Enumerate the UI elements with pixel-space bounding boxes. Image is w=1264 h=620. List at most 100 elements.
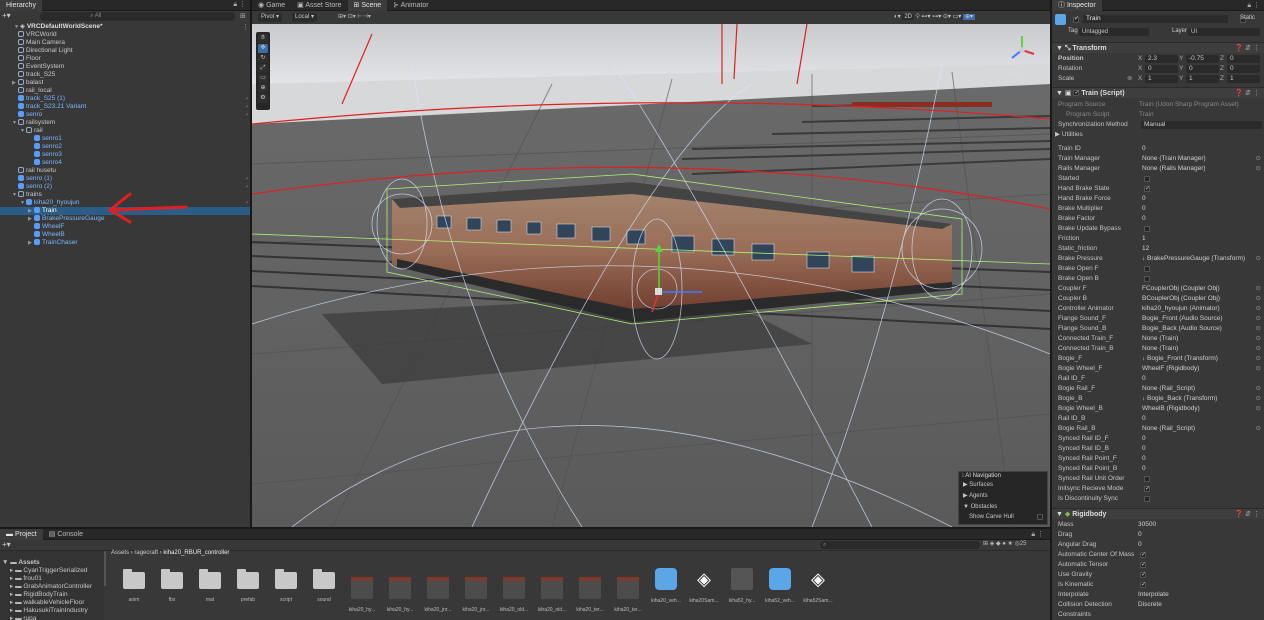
- program-source-field[interactable]: Train (Udon Sharp Program Asset): [1139, 100, 1254, 110]
- ai-nav-obstacles[interactable]: ▼ Obstacles: [959, 502, 1047, 513]
- asset-item[interactable]: kiha52_veh...: [765, 568, 795, 608]
- object-picker-icon[interactable]: ⊙: [1256, 344, 1261, 354]
- tab-hierarchy[interactable]: Hierarchy: [0, 0, 42, 11]
- field-checkbox[interactable]: [1140, 550, 1146, 560]
- project-lock-icon[interactable]: 🔒︎ ⋮: [1031, 530, 1044, 539]
- field-checkbox[interactable]: [1144, 276, 1150, 282]
- ai-nav-title[interactable]: ⁝ AI Navigation: [959, 472, 1047, 480]
- asset-item[interactable]: kiha20_jnr...: [462, 568, 490, 613]
- tree-scrollbar[interactable]: [104, 551, 106, 586]
- hierarchy-item[interactable]: ▶ TrainChaser: [28, 239, 78, 247]
- object-picker-icon[interactable]: ⊙: [1256, 284, 1261, 294]
- add-icon[interactable]: +▾: [2, 12, 22, 21]
- object-picker-icon[interactable]: ⊙: [1256, 324, 1261, 334]
- position-z-field[interactable]: 0: [1227, 55, 1260, 63]
- scene-row[interactable]: ▼◈ VRCDefaultWorldScene*: [14, 23, 103, 31]
- object-picker-icon[interactable]: ⊙: [1256, 384, 1261, 394]
- asset-item[interactable]: kiha20_veh...: [651, 568, 681, 608]
- rigidbody-header[interactable]: ▼ ◆ Rigidbody ❓ ⇵ ⋮: [1052, 508, 1264, 519]
- project-search-input[interactable]: ⌕: [820, 541, 980, 549]
- field-checkbox[interactable]: [1144, 484, 1150, 494]
- field-value[interactable]: 1: [1142, 234, 1254, 244]
- hierarchy-item[interactable]: ▼ rail: [20, 127, 43, 135]
- object-picker-icon[interactable]: ⊙: [1256, 304, 1261, 314]
- asset-item[interactable]: kiha20_hy...: [348, 568, 376, 613]
- field-value[interactable]: 0: [1138, 530, 1254, 540]
- object-picker-icon[interactable]: ⊙: [1256, 314, 1261, 324]
- field-checkbox[interactable]: [1144, 176, 1150, 182]
- scale-z-field[interactable]: 1: [1227, 75, 1260, 83]
- transform-tool-icon[interactable]: ⊕: [258, 84, 268, 93]
- project-tree-item[interactable]: ▸ ▬ walkableVehicleFloor: [10, 599, 84, 607]
- component-menu-icon[interactable]: ❓ ⇵ ⋮: [1235, 43, 1260, 54]
- field-value[interactable]: Bogie_Front (Audio Source): [1142, 314, 1254, 324]
- hierarchy-item[interactable]: senro (2): [12, 183, 52, 191]
- field-value[interactable]: WheelF (Rigidbody): [1142, 364, 1254, 374]
- rigidbody-menu-icon[interactable]: ❓ ⇵ ⋮: [1235, 509, 1260, 520]
- object-name-input[interactable]: Train: [1083, 15, 1228, 23]
- field-value[interactable]: None (Rail_Script): [1142, 384, 1254, 394]
- object-picker-icon[interactable]: ⊙: [1256, 394, 1261, 404]
- move-tool-icon[interactable]: ✥: [258, 44, 268, 53]
- script-menu-icon[interactable]: ❓ ⇵ ⋮: [1235, 88, 1260, 99]
- field-checkbox[interactable]: [1144, 476, 1150, 482]
- field-value[interactable]: Interpolate: [1138, 590, 1254, 600]
- sync-method-dropdown[interactable]: Manual: [1141, 121, 1262, 129]
- hierarchy-item[interactable]: senro1: [28, 135, 62, 143]
- scene-menu-icon[interactable]: ⋮: [242, 23, 249, 31]
- field-value[interactable]: WheelB (Rigidbody): [1142, 404, 1254, 414]
- project-tree-item[interactable]: ▼ ▬ Assets: [2, 559, 40, 567]
- position-y-field[interactable]: -0.75: [1186, 55, 1219, 63]
- field-checkbox[interactable]: [1144, 496, 1150, 502]
- asset-item[interactable]: kiha20_ter...: [576, 568, 604, 613]
- field-value[interactable]: 0: [1142, 374, 1254, 384]
- field-value[interactable]: 0: [1142, 214, 1254, 224]
- tag-dropdown[interactable]: Untagged: [1079, 28, 1149, 36]
- field-checkbox[interactable]: [1140, 580, 1146, 590]
- asset-item[interactable]: kiha20_old...: [538, 568, 566, 613]
- field-value[interactable]: 0: [1142, 464, 1254, 474]
- field-value[interactable]: 0: [1142, 194, 1254, 204]
- field-value[interactable]: kiha20_hyoujun (Animator): [1142, 304, 1254, 314]
- asset-item[interactable]: kiha52_hy...: [728, 568, 756, 608]
- field-value[interactable]: Discrete: [1138, 600, 1254, 610]
- prefab-expand-icon[interactable]: ›: [246, 183, 248, 191]
- field-checkbox[interactable]: [1140, 560, 1146, 570]
- active-checkbox[interactable]: [1073, 15, 1079, 23]
- layer-dropdown[interactable]: UI: [1188, 28, 1260, 36]
- hierarchy-item[interactable]: ▼ kiha20_hyoujun: [20, 199, 80, 207]
- hierarchy-item[interactable]: senro: [12, 111, 42, 119]
- inspector-lock-icon[interactable]: 🔒︎ ⋮: [1247, 1, 1260, 10]
- hierarchy-item[interactable]: ▶ balast: [12, 79, 43, 87]
- script-enabled-checkbox[interactable]: [1073, 88, 1079, 99]
- field-value[interactable]: None (Train): [1142, 334, 1254, 344]
- tab-asset-store[interactable]: ▣ Asset Store: [291, 0, 347, 11]
- asset-item[interactable]: kiha20_hy...: [386, 568, 414, 613]
- object-picker-icon[interactable]: ⊙: [1256, 404, 1261, 414]
- scene-viewport[interactable]: ◁ Persp ✋︎ ✥ ↻ ⤢ ▭ ⊕ ⚙︎ ⁝ AI Navigation …: [252, 24, 1050, 527]
- project-tree-item[interactable]: ▸ ▬ GrabAnimatorController: [10, 583, 92, 591]
- object-picker-icon[interactable]: ⊙: [1256, 294, 1261, 304]
- field-value[interactable]: None (Train): [1142, 344, 1254, 354]
- hierarchy-item[interactable]: ▶ Train: [28, 207, 57, 215]
- ai-nav-surfaces[interactable]: ▶ Surfaces: [959, 480, 1047, 491]
- show-carve-hull-checkbox[interactable]: [1037, 514, 1043, 520]
- field-value[interactable]: FCouplerObj (Coupler Obj): [1142, 284, 1254, 294]
- field-value[interactable]: ↓ Bogie_Back (Transform): [1142, 394, 1254, 404]
- field-value[interactable]: 0: [1142, 454, 1254, 464]
- utilities-foldout[interactable]: ▶ Utilities: [1052, 130, 1264, 140]
- hierarchy-item[interactable]: ▼ trains: [12, 191, 42, 199]
- script-header[interactable]: ▼ ▣ Train (Script)❓ ⇵ ⋮: [1052, 87, 1264, 99]
- asset-item[interactable]: script: [272, 568, 300, 608]
- asset-item[interactable]: ◈ kiha52Sam...: [803, 568, 832, 608]
- local-dropdown[interactable]: Local ▾: [292, 13, 318, 22]
- object-picker-icon[interactable]: ⊙: [1256, 154, 1261, 164]
- field-value[interactable]: Bogie_Back (Audio Source): [1142, 324, 1254, 334]
- field-checkbox[interactable]: [1144, 266, 1150, 272]
- field-value[interactable]: 0: [1142, 434, 1254, 444]
- field-value[interactable]: None (Train Manager): [1142, 154, 1254, 164]
- rotation-x-field[interactable]: 0: [1145, 65, 1178, 73]
- tab-inspector[interactable]: ⓘ Inspector: [1052, 0, 1102, 11]
- field-value[interactable]: 30500: [1138, 520, 1254, 530]
- field-value[interactable]: None (Rail_Script): [1142, 424, 1254, 434]
